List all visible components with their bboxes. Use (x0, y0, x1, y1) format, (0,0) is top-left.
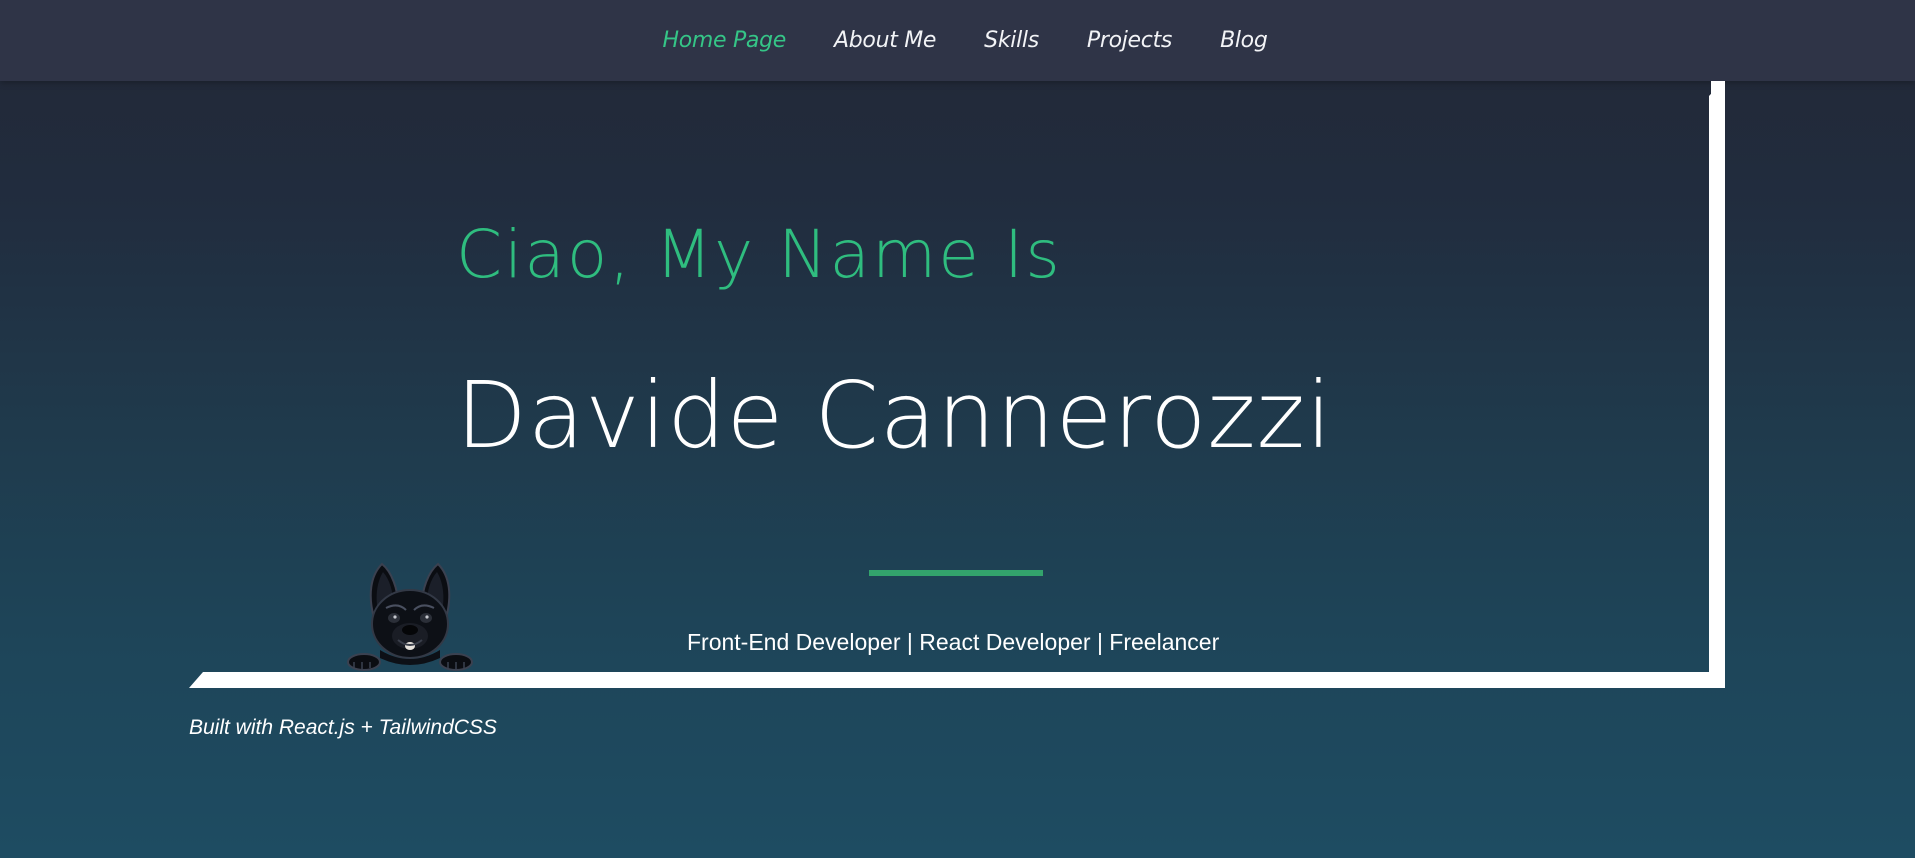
nav-item-skills[interactable]: Skills (984, 28, 1039, 53)
nav-item-about-me[interactable]: About Me (834, 28, 936, 53)
frame-bottom-bar (189, 672, 1725, 688)
frame-right-bar (1711, 81, 1725, 688)
nav-menu: Home Page About Me Skills Projects Blog (662, 28, 1267, 53)
nav-item-home-page[interactable]: Home Page (662, 28, 786, 53)
top-navbar: Home Page About Me Skills Projects Blog (0, 0, 1915, 81)
nav-item-projects[interactable]: Projects (1087, 28, 1173, 53)
french-bulldog-icon (340, 558, 480, 673)
nav-item-blog[interactable]: Blog (1220, 28, 1268, 53)
hero-name: Davide Cannerozzi (456, 362, 1333, 469)
hero-divider (869, 570, 1043, 576)
built-with-note: Built with React.js + TailwindCSS (189, 716, 497, 739)
hero-greeting: Ciao, My Name Is (456, 216, 1062, 293)
hero-roles: Front-End Developer | React Developer | … (687, 629, 1220, 655)
